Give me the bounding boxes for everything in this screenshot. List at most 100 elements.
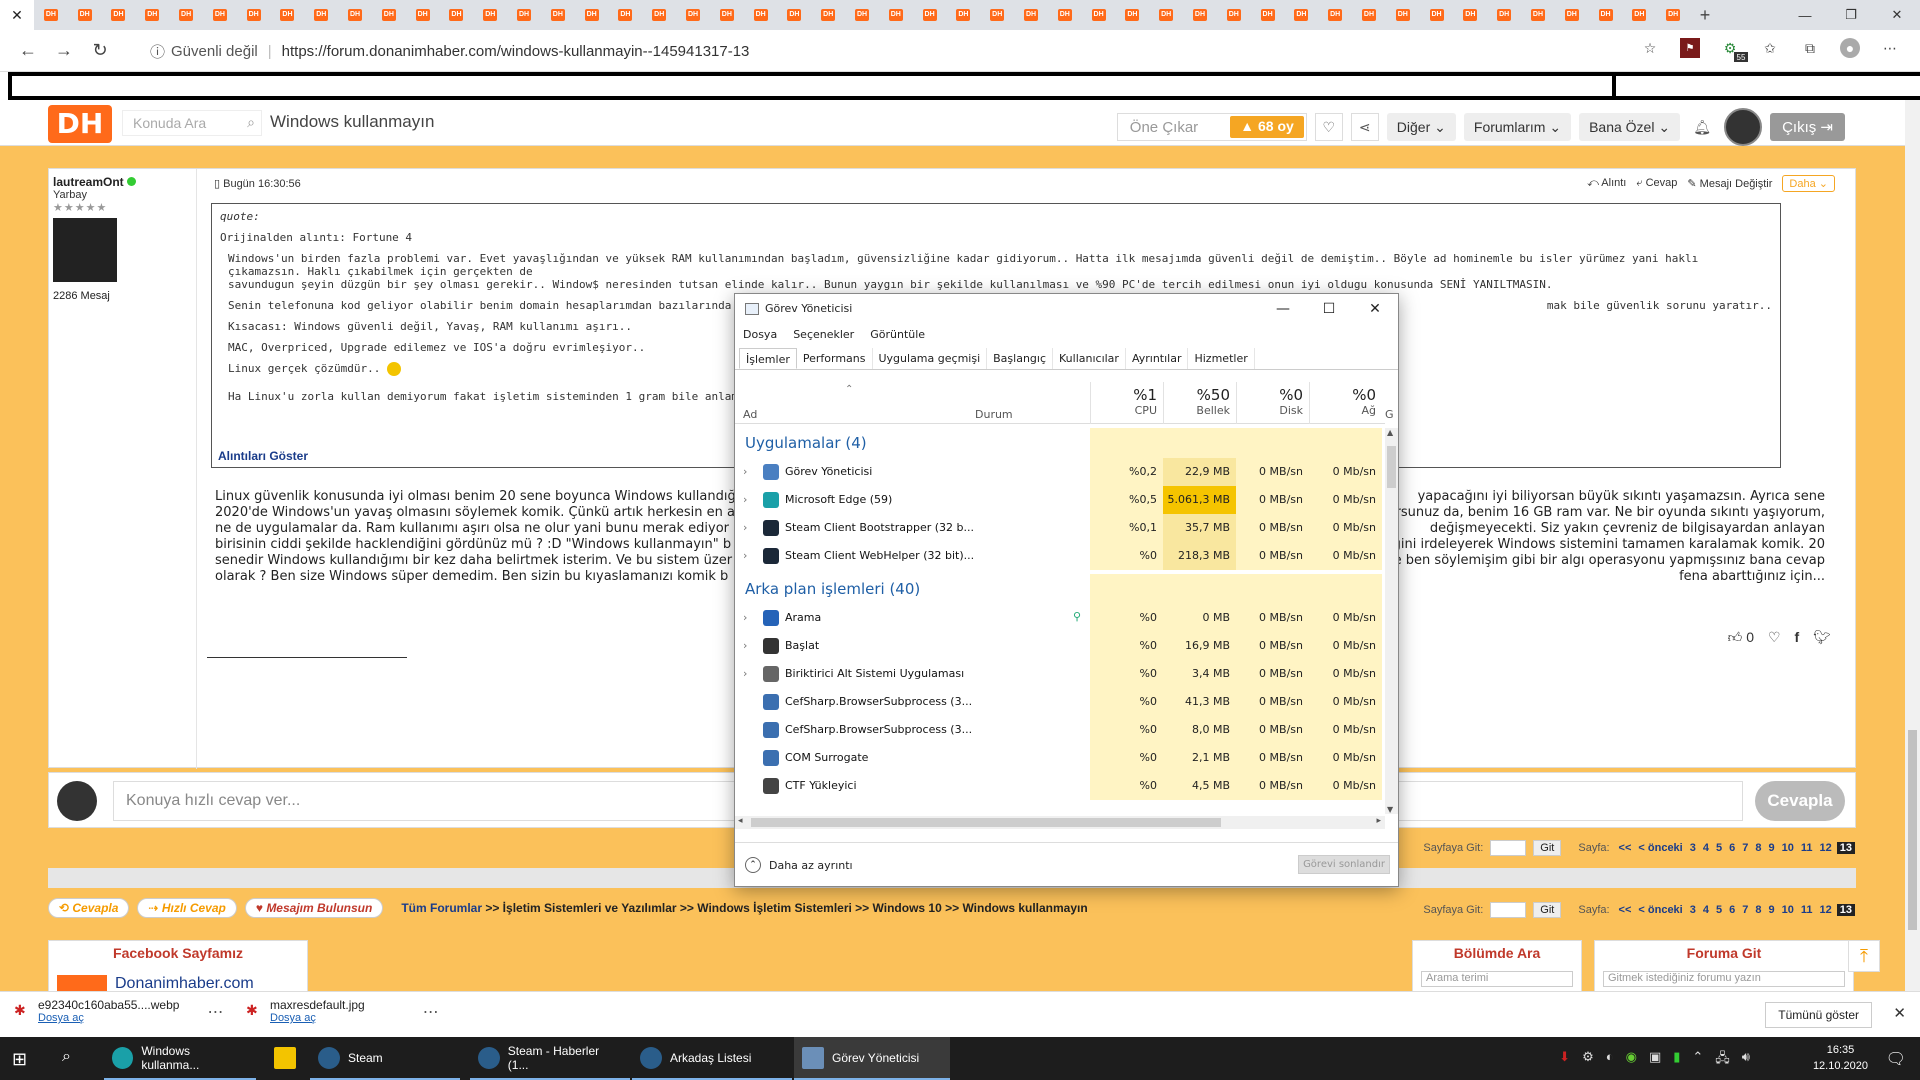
download-1-open[interactable]: Dosya aç — [38, 1012, 179, 1024]
page-link[interactable]: 7 — [1740, 904, 1750, 916]
browser-tab[interactable]: DH — [1352, 0, 1386, 30]
browser-tab[interactable]: DH — [1251, 0, 1285, 30]
col-network[interactable]: %0 Ağ — [1309, 382, 1382, 424]
tm-process-row[interactable]: › Microsoft Edge (59) %0,5 5.061,3 MB 0 MB/s… — [735, 486, 1385, 514]
browser-tab[interactable]: DH — [34, 0, 68, 30]
volume-icon[interactable]: 🔊︎ — [1742, 1049, 1750, 1071]
feature-button[interactable]: Öne Çıkar ▲ 68 oy — [1116, 113, 1307, 141]
first-page-link[interactable]: << — [1617, 904, 1634, 916]
menu-dots-icon[interactable]: ⋯ — [1880, 38, 1900, 58]
logout-button[interactable]: Çıkış ⇥ — [1770, 113, 1845, 141]
page-link[interactable]: 6 — [1727, 842, 1737, 854]
tm-hscroll-thumb[interactable] — [751, 818, 1221, 827]
expand-chevron-icon[interactable]: › — [743, 549, 747, 562]
dh-logo[interactable]: DH — [48, 105, 112, 143]
browser-tab[interactable]: DH — [338, 0, 372, 30]
taskbar-search-icon[interactable]: ⌕ — [62, 1048, 71, 1066]
tray-edge-icon[interactable]: ◐ — [1606, 1049, 1614, 1071]
scroll-top-icon[interactable]: ⤒ — [1848, 940, 1880, 972]
browser-tab[interactable]: DH — [1014, 0, 1048, 30]
scroll-up-icon[interactable]: ▲ — [1387, 428, 1393, 437]
page-link[interactable]: 11 — [1799, 904, 1815, 916]
browser-tab[interactable]: DH — [440, 0, 474, 30]
download-item-1[interactable]: ✱ e92340c160aba55....webp Dosya aç ⋯ — [14, 998, 223, 1024]
col-name[interactable]: Ad — [743, 408, 757, 421]
browser-tab[interactable]: DH — [541, 0, 575, 30]
cevapla-button[interactable]: ⟲ Cevapla — [48, 898, 130, 918]
taskbar-app-friends[interactable]: Arkadaş Listesi — [632, 1037, 792, 1080]
browser-tab[interactable]: DH — [372, 0, 406, 30]
download-item-2[interactable]: ✱ maxresdefault.jpg Dosya aç ⋯ — [246, 998, 439, 1024]
extension-red-icon[interactable]: ⚑ — [1680, 38, 1700, 58]
facebook-share-icon[interactable]: f — [1795, 629, 1800, 646]
page-link[interactable]: 5 — [1714, 842, 1724, 854]
browser-tab[interactable]: DH — [811, 0, 845, 30]
page-link[interactable]: 9 — [1766, 904, 1776, 916]
browser-tab[interactable]: DH — [406, 0, 440, 30]
goto-forum-input[interactable]: Gitmek istediğiniz forumu yazın — [1603, 971, 1845, 987]
minimize-icon[interactable]: — — [1782, 0, 1828, 30]
omnibox[interactable]: ⓘ Güvenli değil | https://forum.donanimh… — [150, 36, 1620, 66]
tm-vertical-scrollbar[interactable]: ▲ ▼ — [1385, 428, 1398, 814]
browser-tab[interactable]: DH — [169, 0, 203, 30]
show-all-downloads-button[interactable]: Tümünü göster — [1765, 1002, 1872, 1028]
profile-icon[interactable]: ● — [1840, 38, 1860, 58]
quote-action[interactable]: ⤺ Alıntı — [1587, 177, 1626, 190]
browser-tab[interactable]: DH — [1082, 0, 1116, 30]
steam-extension-icon[interactable]: ⚙ 55 — [1720, 38, 1748, 62]
col-disk[interactable]: %0 Disk — [1236, 382, 1309, 424]
browser-tab[interactable]: DH — [879, 0, 913, 30]
expand-chevron-icon[interactable]: › — [743, 667, 747, 680]
browser-tab[interactable]: DH — [1318, 0, 1352, 30]
reload-icon[interactable]: ↻ — [82, 40, 118, 61]
prev-page-link[interactable]: < önceki — [1636, 842, 1684, 854]
section-search-input[interactable]: Arama terimi — [1421, 971, 1573, 987]
hizli-cevap-button[interactable]: ⇢ Hızlı Cevap — [137, 898, 237, 918]
browser-tab[interactable]: DH — [203, 0, 237, 30]
browser-tab[interactable]: DH — [744, 0, 778, 30]
page-link[interactable]: 7 — [1740, 842, 1750, 854]
browser-tab[interactable]: DH — [1487, 0, 1521, 30]
expand-chevron-icon[interactable]: › — [743, 521, 747, 534]
tm-menu-dosya[interactable]: Dosya — [743, 328, 777, 341]
tm-horizontal-scrollbar[interactable]: ◂ ▸ — [735, 816, 1385, 829]
col-cpu[interactable]: %1 CPU — [1090, 382, 1163, 424]
download-2-more-icon[interactable]: ⋯ — [423, 1002, 439, 1024]
taskbar-app-edge[interactable]: Windows kullanma... — [104, 1037, 256, 1080]
browser-tab[interactable]: DH — [68, 0, 102, 30]
expand-chevron-icon[interactable]: › — [743, 611, 747, 624]
page-link[interactable]: 5 — [1714, 904, 1724, 916]
browser-tab[interactable]: DH — [1149, 0, 1183, 30]
menu-bana-ozel[interactable]: Bana Özel ⌄ — [1579, 113, 1681, 141]
url-text[interactable]: https://forum.donanimhaber.com/windows-k… — [282, 43, 750, 60]
author-name[interactable]: lautreamOnt — [53, 175, 124, 189]
favorites-icon[interactable]: ✩ — [1760, 38, 1780, 58]
browser-tab[interactable]: DH — [778, 0, 812, 30]
tm-menu-goruntule[interactable]: Görüntüle — [870, 328, 925, 341]
page-link[interactable]: 8 — [1753, 904, 1763, 916]
browser-tab[interactable]: DH — [1284, 0, 1318, 30]
taskbar-app-taskmgr[interactable]: Görev Yöneticisi — [794, 1037, 950, 1080]
collections-icon[interactable]: ⧉ — [1800, 38, 1820, 58]
twitter-share-icon[interactable]: 🐦︎ — [1813, 629, 1831, 646]
tm-vscroll-thumb[interactable] — [1387, 446, 1396, 488]
browser-tab[interactable]: DH — [102, 0, 136, 30]
page-scroll-thumb[interactable] — [1908, 730, 1917, 930]
breadcrumb-path[interactable]: >> İşletim Sistemleri ve Yazılımlar >> W… — [482, 901, 1087, 915]
bell-icon[interactable]: 🔔︎ — [1688, 113, 1716, 141]
user-avatar[interactable] — [1724, 108, 1763, 146]
reply-submit-button[interactable]: Cevapla — [1755, 781, 1845, 821]
page-link[interactable]: 4 — [1701, 842, 1711, 854]
browser-tab[interactable]: DH — [676, 0, 710, 30]
tray-green-icon[interactable]: ▮ — [1673, 1049, 1680, 1071]
browser-tab[interactable]: DH — [710, 0, 744, 30]
browser-tab[interactable]: DH — [1521, 0, 1555, 30]
page-link[interactable]: 4 — [1701, 904, 1711, 916]
tray-antivirus-icon[interactable]: ⬇ — [1559, 1049, 1570, 1071]
tm-tab[interactable]: Performans — [797, 348, 873, 369]
tm-process-row[interactable]: › Başlat %0 16,9 MB 0 MB/sn 0 Mb/sn — [735, 632, 1385, 660]
tray-chevron-icon[interactable]: ⌃ — [1692, 1049, 1703, 1071]
more-dropdown[interactable]: Daha ⌄ — [1782, 175, 1835, 192]
tm-process-row[interactable]: › Steam Client WebHelper (32 bit)... %0 218… — [735, 542, 1385, 570]
tm-process-row[interactable]: CTF Yükleyici %0 4,5 MB 0 MB/sn 0 Mb/sn — [735, 772, 1385, 800]
